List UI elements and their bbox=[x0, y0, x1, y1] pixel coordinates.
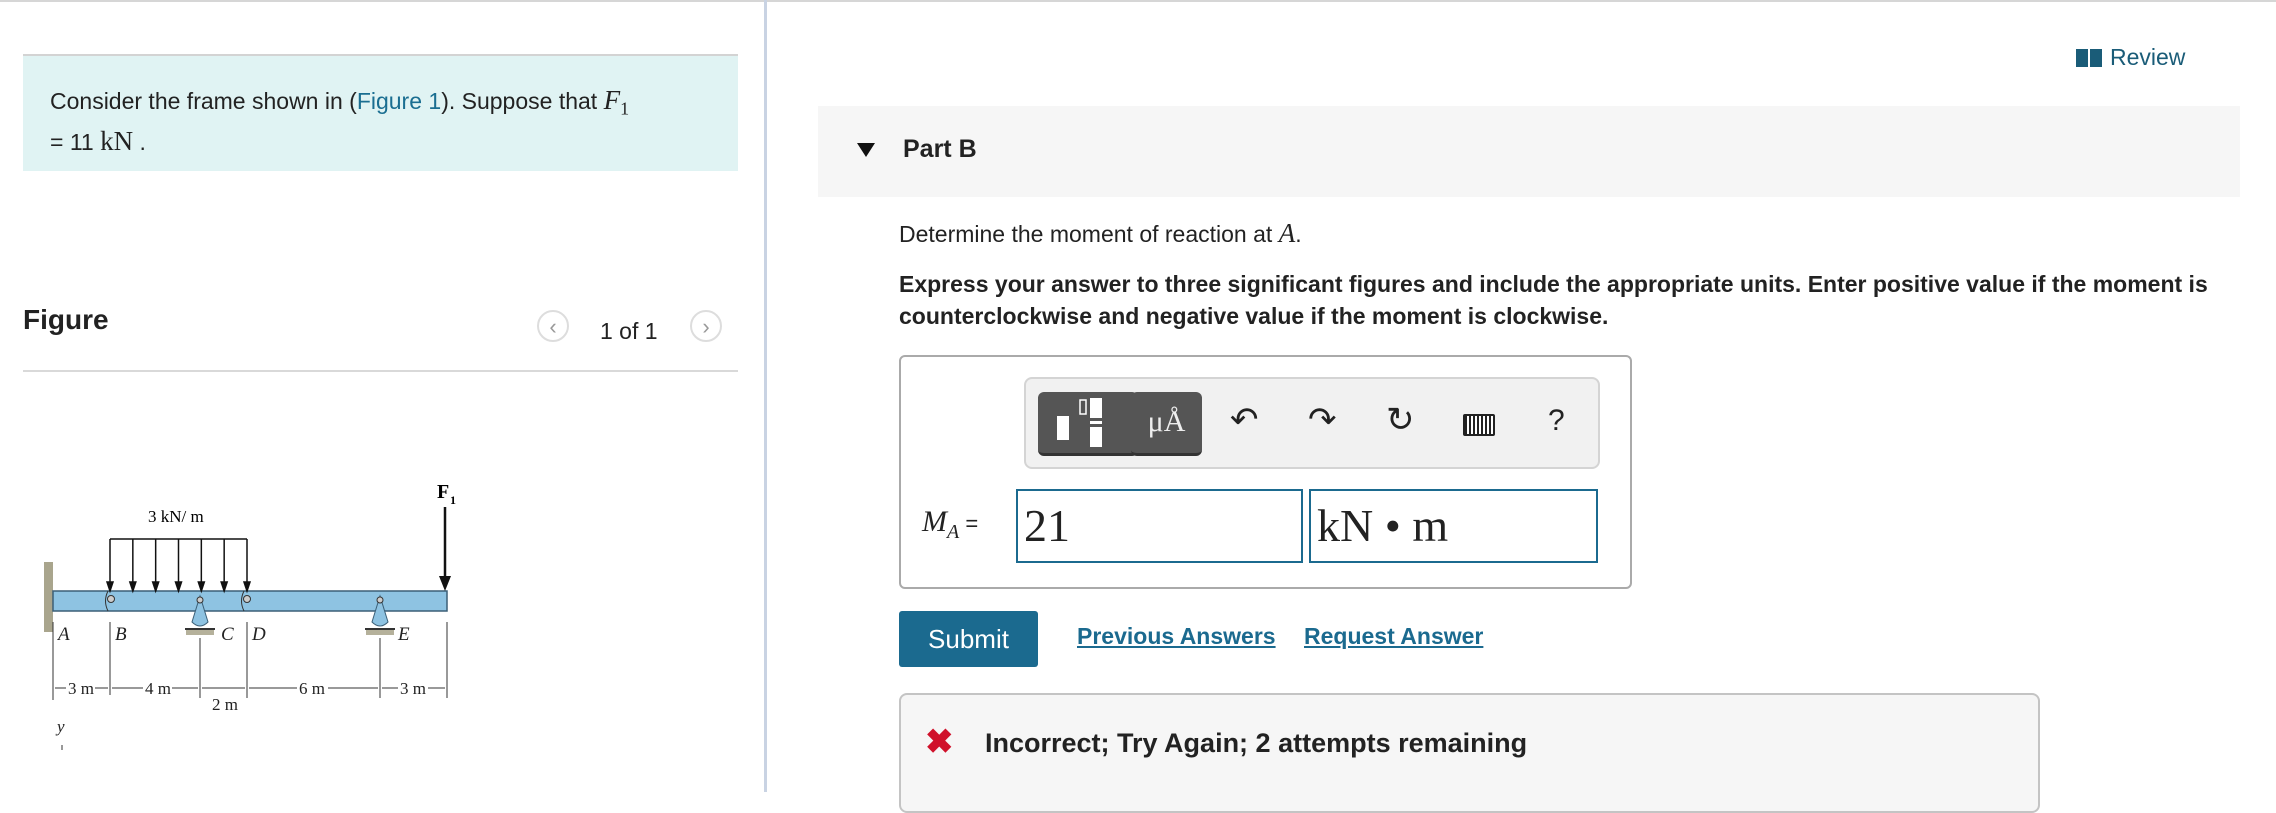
axis-y-label: y bbox=[55, 717, 65, 736]
chevron-right-icon[interactable]: › bbox=[690, 310, 722, 342]
answer-label-eq: = bbox=[959, 511, 979, 536]
top-border bbox=[0, 0, 2276, 2]
question-var: A bbox=[1278, 218, 1296, 248]
problem-text: Consider the frame shown in ( bbox=[50, 88, 357, 114]
chevron-left-icon[interactable]: ‹ bbox=[537, 310, 569, 342]
force-unit: kN bbox=[100, 125, 134, 156]
redo-icon[interactable]: ↷ bbox=[1308, 400, 1337, 440]
force-arrow bbox=[439, 507, 451, 591]
answer-label-sub: A bbox=[947, 521, 960, 543]
pane-divider[interactable] bbox=[764, 0, 767, 792]
dim-BC: 4 m bbox=[145, 679, 171, 698]
answer-label-var: M bbox=[922, 505, 947, 538]
dim-AB: 3 m bbox=[68, 679, 94, 698]
figure-pager: 1 of 1 bbox=[600, 318, 658, 344]
force-label: F bbox=[437, 481, 449, 503]
units-button[interactable]: μÅ bbox=[1131, 392, 1202, 456]
figure-title: Figure bbox=[23, 304, 109, 335]
problem-statement: Consider the frame shown in (Figure 1). … bbox=[23, 54, 738, 171]
force-sub: 1 bbox=[620, 98, 630, 119]
answer-units-input[interactable]: kN • m bbox=[1309, 489, 1598, 563]
request-answer-link[interactable]: Request Answer bbox=[1304, 623, 1483, 650]
wall-support bbox=[44, 562, 53, 632]
reset-icon[interactable]: ↻ bbox=[1386, 400, 1415, 440]
load-arrowhead bbox=[242, 581, 252, 594]
help-icon[interactable]: ? bbox=[1548, 404, 1565, 438]
load-label: 3 kN/ m bbox=[148, 507, 204, 526]
x-icon: ✖ bbox=[925, 723, 954, 761]
label-B: B bbox=[115, 624, 127, 645]
templates-icon[interactable] bbox=[1038, 392, 1138, 456]
review-link[interactable]: Review bbox=[2076, 44, 2185, 71]
load-arrowhead bbox=[197, 581, 206, 594]
question-prefix: Determine the moment of reaction at bbox=[899, 221, 1279, 247]
dim-CD: 2 m bbox=[212, 695, 238, 714]
question-suffix: . bbox=[1295, 221, 1302, 247]
load-arrowhead bbox=[174, 581, 183, 594]
book-icon bbox=[2076, 49, 2102, 67]
instructions: Express your answer to three significant… bbox=[899, 271, 2208, 329]
label-D: D bbox=[251, 624, 266, 645]
load-arrowhead bbox=[105, 581, 115, 594]
question-text: Determine the moment of reaction at A. bbox=[899, 218, 1302, 249]
keyboard-icon[interactable] bbox=[1463, 414, 1495, 436]
distributed-load bbox=[105, 538, 252, 594]
problem-text-2: ). Suppose that bbox=[441, 88, 604, 114]
load-arrowhead bbox=[220, 581, 229, 594]
period: . bbox=[133, 128, 146, 155]
part-header[interactable] bbox=[818, 106, 2240, 197]
load-arrowhead bbox=[128, 581, 137, 594]
label-A: A bbox=[56, 624, 70, 645]
previous-answers-link[interactable]: Previous Answers bbox=[1077, 623, 1276, 650]
answer-label: MA = bbox=[922, 505, 978, 544]
dim-EF: 3 m bbox=[400, 679, 426, 698]
frame-figure: 3 kN/ m F 1 A B C D E 3 m 4 m 2 m 6 m 3 … bbox=[44, 481, 456, 750]
review-label: Review bbox=[2110, 44, 2186, 70]
caret-down-icon[interactable] bbox=[857, 143, 875, 157]
submit-button[interactable]: Submit bbox=[899, 611, 1038, 667]
part-title: Part B bbox=[903, 135, 977, 163]
force-label-sub: 1 bbox=[450, 493, 456, 507]
answer-value-input[interactable]: 21 bbox=[1016, 489, 1303, 563]
figure-divider bbox=[23, 370, 738, 372]
label-E: E bbox=[397, 624, 410, 645]
force-var: F bbox=[603, 85, 621, 115]
load-arrowhead bbox=[151, 581, 160, 594]
feedback-message: Incorrect; Try Again; 2 attempts remaini… bbox=[985, 728, 1528, 758]
undo-icon[interactable]: ↶ bbox=[1230, 400, 1259, 440]
label-C: C bbox=[221, 624, 234, 645]
figure-link[interactable]: Figure 1 bbox=[357, 88, 441, 114]
force-value: = 11 bbox=[50, 128, 101, 155]
dim-DE: 6 m bbox=[299, 679, 325, 698]
